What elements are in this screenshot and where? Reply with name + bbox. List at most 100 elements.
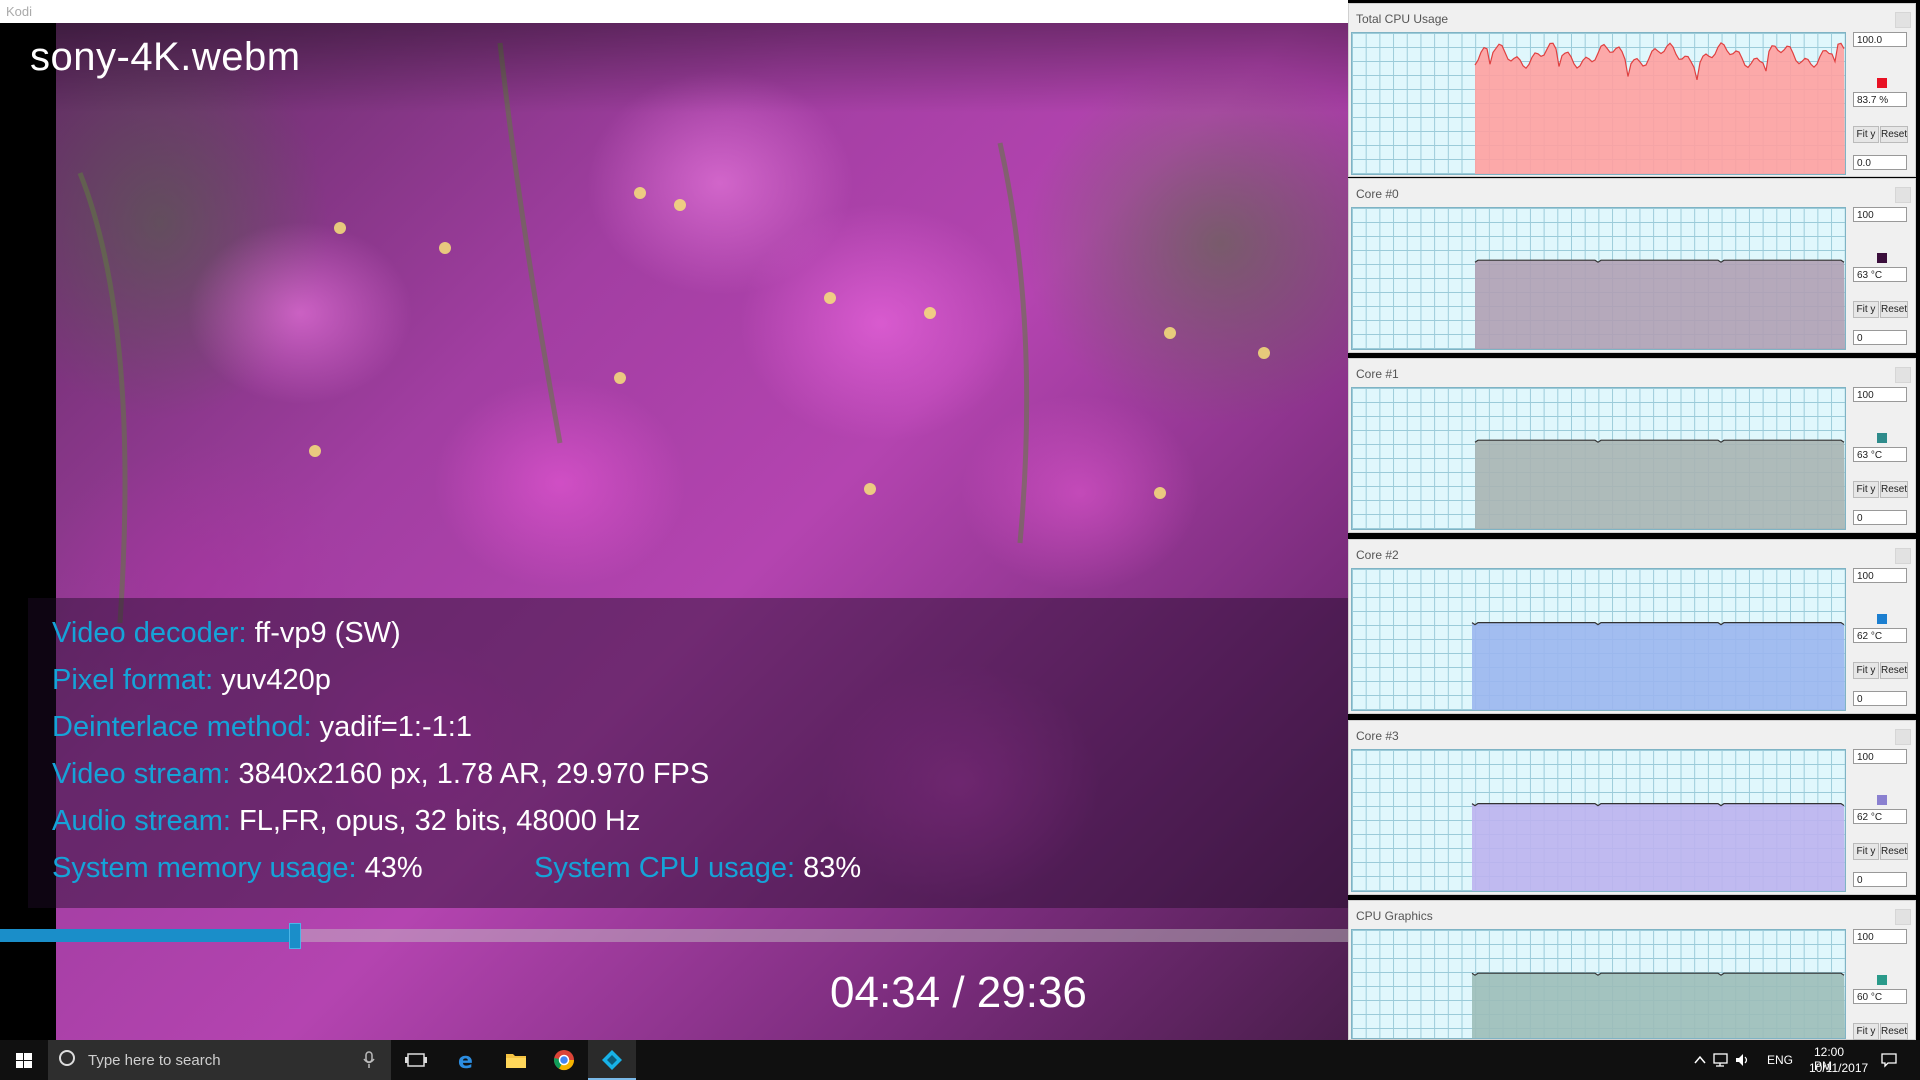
perf-controls: 100 62 °C Fit y Reset 0 xyxy=(1849,749,1911,894)
max-value-field[interactable]: 100 xyxy=(1853,568,1907,583)
playback-time: 04:34 / 29:36 xyxy=(830,968,1087,1017)
perf-controls: 100.0 83.7 % Fit y Reset 0.0 xyxy=(1849,32,1911,177)
action-center-icon[interactable] xyxy=(1880,1052,1898,1068)
input-language[interactable]: ENG xyxy=(1767,1053,1793,1067)
info-video-decoder: Video decoder: ff-vp9 (SW) xyxy=(52,617,401,650)
taskbar: Type here to search e ENG 12:00 PM 10/11… xyxy=(0,1040,1920,1080)
kodi-titlebar[interactable]: Kodi xyxy=(0,0,1348,23)
kodi-icon xyxy=(602,1050,622,1070)
panel-menu-button[interactable] xyxy=(1895,12,1911,28)
reset-button[interactable]: Reset xyxy=(1880,126,1908,143)
fit-y-button[interactable]: Fit y xyxy=(1853,126,1879,143)
info-value: 43% xyxy=(364,852,423,884)
taskbar-kodi[interactable] xyxy=(588,1040,636,1080)
usage-graph xyxy=(1351,32,1846,175)
panel-menu-button[interactable] xyxy=(1895,187,1911,203)
usage-graph-plot xyxy=(1474,42,1845,174)
max-value-field[interactable]: 100 xyxy=(1853,207,1907,222)
usage-graph xyxy=(1351,749,1846,892)
min-value-field[interactable]: 0.0 xyxy=(1853,155,1907,170)
info-key: System memory usage: xyxy=(52,852,357,884)
info-key: Audio stream: xyxy=(52,805,231,837)
series-color-swatch[interactable] xyxy=(1877,795,1887,805)
info-key: Video decoder: xyxy=(52,617,247,649)
usage-graph-plot xyxy=(1471,802,1845,891)
info-value: 3840x2160 px, 1.78 AR, 29.970 FPS xyxy=(238,758,710,790)
usage-area xyxy=(1475,260,1845,349)
reset-button[interactable]: Reset xyxy=(1880,301,1908,318)
microphone-icon[interactable] xyxy=(363,1051,375,1069)
current-value-field: 62 °C xyxy=(1853,809,1907,824)
task-view-button[interactable] xyxy=(392,1040,440,1080)
show-hidden-icons-icon[interactable] xyxy=(1693,1053,1707,1067)
info-audio-stream: Audio stream: FL,FR, opus, 32 bits, 4800… xyxy=(52,805,640,838)
series-color-swatch[interactable] xyxy=(1877,614,1887,624)
taskbar-chrome[interactable] xyxy=(540,1040,588,1080)
clock-date[interactable]: 10/11/2017 xyxy=(1809,1061,1868,1075)
reset-button[interactable]: Reset xyxy=(1880,843,1908,860)
usage-area xyxy=(1472,973,1845,1038)
fit-y-button[interactable]: Fit y xyxy=(1853,662,1879,679)
window-title: Kodi xyxy=(6,4,33,19)
usage-graph xyxy=(1351,387,1846,530)
panel-menu-button[interactable] xyxy=(1895,548,1911,564)
reset-button[interactable]: Reset xyxy=(1880,662,1908,679)
panel-menu-button[interactable] xyxy=(1895,729,1911,745)
search-placeholder: Type here to search xyxy=(88,1052,221,1069)
cortana-icon xyxy=(59,1050,75,1066)
current-value-field: 62 °C xyxy=(1853,628,1907,643)
series-color-swatch[interactable] xyxy=(1877,253,1887,263)
usage-graph-plot xyxy=(1471,621,1845,710)
taskbar-edge[interactable]: e xyxy=(444,1040,492,1080)
fit-y-button[interactable]: Fit y xyxy=(1853,843,1879,860)
series-color-swatch[interactable] xyxy=(1877,78,1887,88)
perf-panel: Core #2 100 62 °C Fit y Reset 0 xyxy=(1348,539,1916,714)
taskbar-file-explorer[interactable] xyxy=(492,1040,540,1080)
perf-panel: Total CPU Usage 100.0 83.7 % Fit y Reset 0.0 xyxy=(1348,3,1916,177)
min-value-field[interactable]: 0 xyxy=(1853,872,1907,887)
info-video-stream: Video stream: 3840x2160 px, 1.78 AR, 29.… xyxy=(52,758,709,791)
info-key: System CPU usage: xyxy=(534,852,796,884)
fit-y-button[interactable]: Fit y xyxy=(1853,301,1879,318)
usage-area xyxy=(1472,803,1845,891)
min-value-field[interactable]: 0 xyxy=(1853,510,1907,525)
series-color-swatch[interactable] xyxy=(1877,975,1887,985)
usage-area xyxy=(1472,622,1845,710)
usage-graph-plot xyxy=(1474,439,1845,529)
windows-logo-icon xyxy=(16,1053,32,1068)
panel-menu-button[interactable] xyxy=(1895,367,1911,383)
max-value-field[interactable]: 100 xyxy=(1853,929,1907,944)
current-value-field: 63 °C xyxy=(1853,447,1907,462)
max-value-field[interactable]: 100.0 xyxy=(1853,32,1907,47)
perf-panel: CPU Graphics10060 °CFit yReset0 xyxy=(1348,900,1916,1040)
series-color-swatch[interactable] xyxy=(1877,433,1887,443)
info-value: FL,FR, opus, 32 bits, 48000 Hz xyxy=(238,805,641,837)
min-value-field[interactable]: 0 xyxy=(1853,691,1907,706)
reset-button[interactable]: Reset xyxy=(1880,481,1908,498)
volume-icon[interactable] xyxy=(1734,1052,1752,1068)
fit-y-button[interactable]: Fit y xyxy=(1853,1023,1879,1040)
usage-graph xyxy=(1351,568,1846,711)
min-value-field[interactable]: 0 xyxy=(1853,330,1907,345)
info-value: ff-vp9 (SW) xyxy=(254,617,401,649)
max-value-field[interactable]: 100 xyxy=(1853,749,1907,764)
info-cpu-usage: System CPU usage: 83% xyxy=(534,852,861,885)
info-key: Pixel format: xyxy=(52,664,214,696)
fit-y-button[interactable]: Fit y xyxy=(1853,481,1879,498)
perf-controls: 100 62 °C Fit y Reset 0 xyxy=(1849,568,1911,713)
chrome-icon xyxy=(553,1050,575,1071)
perf-controls: 100 63 °C Fit y Reset 0 xyxy=(1849,207,1911,352)
max-value-field[interactable]: 100 xyxy=(1853,387,1907,402)
seek-handle[interactable] xyxy=(289,923,301,949)
taskbar-search[interactable]: Type here to search xyxy=(48,1040,391,1080)
info-pixel-format: Pixel format: yuv420p xyxy=(52,664,331,697)
kodi-window: Kodi sony-4K.webm Video decoder: ff-vp9 … xyxy=(0,0,1348,1040)
seek-progress xyxy=(0,929,291,942)
perf-panel: Core #3 100 62 °C Fit y Reset 0 xyxy=(1348,720,1916,895)
reset-button[interactable]: Reset xyxy=(1880,1023,1908,1040)
panel-menu-button[interactable] xyxy=(1895,909,1911,925)
start-button[interactable] xyxy=(0,1040,48,1080)
usage-area xyxy=(1475,42,1845,174)
info-value: yadif=1:-1:1 xyxy=(319,711,472,743)
network-icon[interactable] xyxy=(1712,1052,1730,1068)
